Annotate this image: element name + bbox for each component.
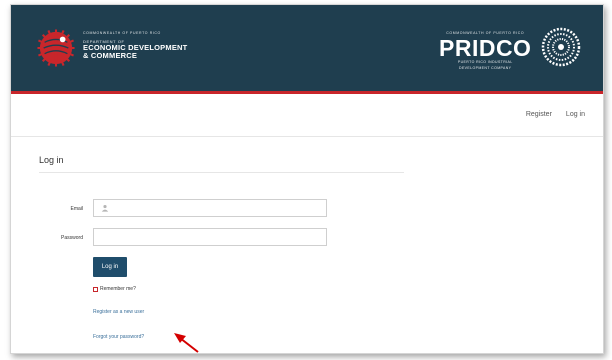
nav-divider xyxy=(11,136,603,137)
password-input[interactable] xyxy=(94,233,326,249)
remember-me-label: Remember me? xyxy=(100,286,136,292)
ddec-wordmark: COMMONWEALTH OF PUERTO RICO DEPARTMENT O… xyxy=(83,31,187,60)
remember-me[interactable]: Remember me? xyxy=(93,286,136,292)
ddec-seal-icon xyxy=(37,29,75,67)
pridco-subtitle-2: DEVELOPMENT COMPANY xyxy=(459,65,512,70)
register-nav-link[interactable]: Register xyxy=(526,111,552,118)
pridco-globe-icon xyxy=(541,27,581,67)
password-field-wrapper xyxy=(93,228,327,249)
login-nav-link[interactable]: Log in xyxy=(566,111,585,118)
forgot-password-link[interactable]: Forgot your password? xyxy=(93,334,144,340)
header-banner: COMMONWEALTH OF PUERTO RICO DEPARTMENT O… xyxy=(11,5,603,94)
register-link[interactable]: Register as a new user xyxy=(93,309,144,315)
browser-page: COMMONWEALTH OF PUERTO RICO DEPARTMENT O… xyxy=(10,4,604,354)
pridco-commonwealth-text: COMMONWEALTH OF PUERTO RICO xyxy=(446,31,525,35)
pridco-name: PRIDCO xyxy=(439,35,532,61)
user-icon xyxy=(101,204,109,212)
top-nav: Register Log in xyxy=(526,111,585,118)
ddec-department-text: DEPARTMENT OF xyxy=(83,39,125,44)
email-input[interactable] xyxy=(94,204,326,220)
title-divider xyxy=(39,172,404,173)
email-field-wrapper xyxy=(93,199,327,220)
email-label: Email xyxy=(70,206,83,212)
remember-me-checkbox[interactable] xyxy=(93,286,98,292)
password-label: Password xyxy=(61,235,83,241)
page-title: Log in xyxy=(39,155,64,165)
ddec-commonwealth-text: COMMONWEALTH OF PUERTO RICO xyxy=(83,31,161,35)
pridco-subtitle-1: PUERTO RICO INDUSTRIAL xyxy=(457,60,513,64)
pridco-wordmark: COMMONWEALTH OF PUERTO RICO PRIDCO PUERT… xyxy=(439,31,531,70)
login-button[interactable]: Log in xyxy=(93,257,127,277)
ddec-commerce-text: & COMMERCE xyxy=(83,51,138,60)
